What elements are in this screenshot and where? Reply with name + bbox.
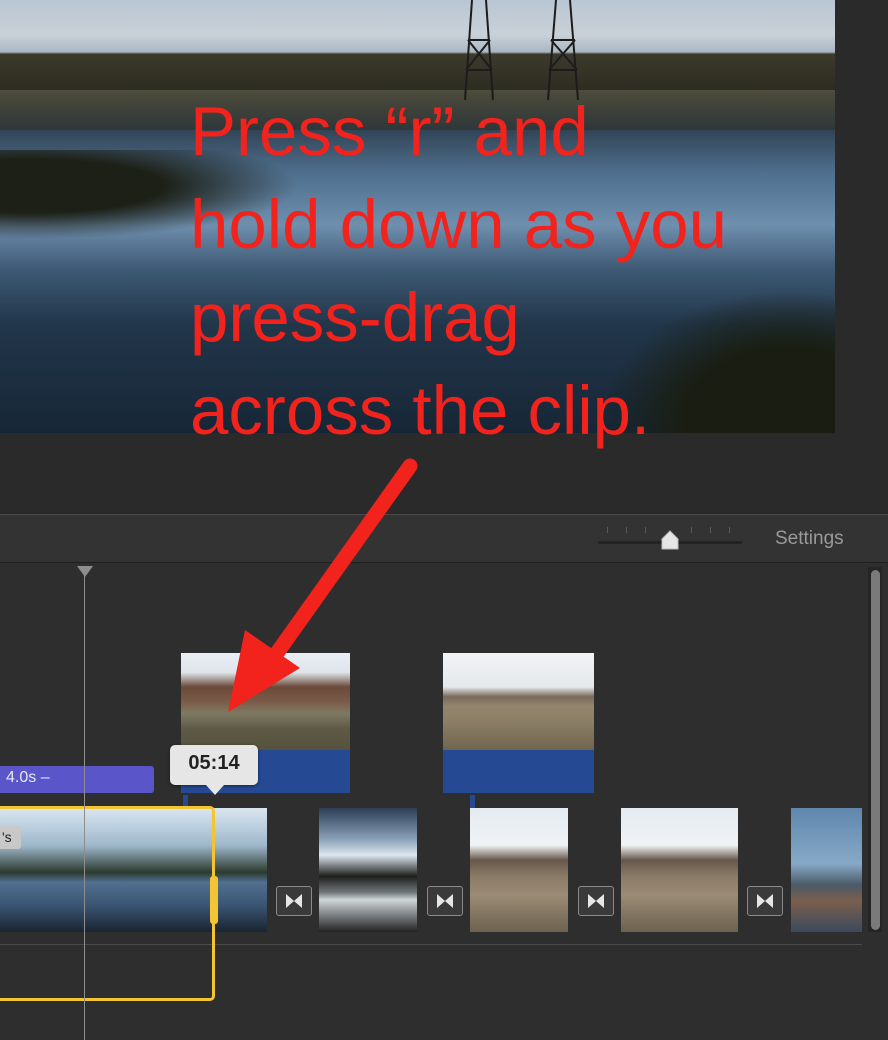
- tooltip-pointer: [206, 785, 224, 795]
- transition-button[interactable]: [276, 886, 312, 916]
- storyline-clip-4[interactable]: [621, 808, 738, 932]
- transition-icon: [437, 894, 453, 908]
- settings-button[interactable]: Settings: [775, 528, 844, 550]
- transition-icon: [588, 894, 604, 908]
- title-clip-label: 4.0s –: [6, 769, 50, 786]
- transition-icon: [757, 894, 773, 908]
- connected-clip-2[interactable]: [443, 653, 594, 750]
- zoom-tick: [691, 527, 692, 533]
- transition-icon: [286, 894, 302, 908]
- scrollbar-thumb[interactable]: [871, 570, 880, 930]
- transition-button[interactable]: [747, 886, 783, 916]
- annotation-line: across the clip.: [190, 372, 651, 449]
- annotation-text: Press “r” and hold down as you press-dra…: [190, 85, 830, 457]
- connected-clip-1[interactable]: [181, 653, 350, 750]
- playhead[interactable]: [84, 575, 85, 1040]
- storyline-clip-3[interactable]: [470, 808, 568, 932]
- annotation-line: hold down as you: [190, 186, 728, 263]
- storyline-clip-5[interactable]: [791, 808, 862, 932]
- zoom-tick: [729, 527, 730, 533]
- timeline-toolbar: [0, 515, 888, 563]
- transition-button[interactable]: [427, 886, 463, 916]
- connection-marker: [470, 795, 475, 809]
- tooltip-time: 05:14: [188, 752, 240, 774]
- transition-button[interactable]: [578, 886, 614, 916]
- zoom-tick: [626, 527, 627, 533]
- zoom-tick: [710, 527, 711, 533]
- clip-selection[interactable]: [0, 806, 215, 1001]
- trim-handle[interactable]: [210, 876, 218, 924]
- annotation-line: press-drag: [190, 279, 520, 356]
- playhead-icon[interactable]: [77, 566, 93, 577]
- connected-clip-2-bar[interactable]: [443, 750, 594, 793]
- annotation-line: Press “r” and: [190, 93, 589, 170]
- storyline-clip-2[interactable]: [319, 808, 417, 932]
- zoom-tick: [607, 527, 608, 533]
- zoom-tick: [645, 527, 646, 533]
- zoom-slider-knob-icon[interactable]: [660, 530, 680, 550]
